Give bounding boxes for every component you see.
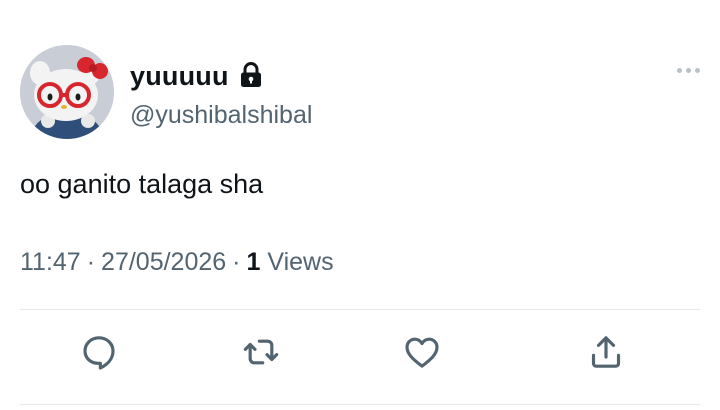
heart-icon [405, 337, 439, 368]
divider [20, 309, 700, 310]
tweet-meta: 11:47 · 27/05/2026 · 1 Views [20, 248, 334, 277]
avatar[interactable] [20, 45, 114, 139]
tweet-text: oo ganito talaga sha [20, 169, 264, 199]
like-button[interactable] [400, 330, 444, 374]
more-options-button[interactable] [677, 68, 700, 73]
tweet-time[interactable]: 11:47 [20, 248, 81, 276]
more-dot-icon [677, 68, 682, 73]
tweet-card: yuuuuu @yushibalshibal oo ganito talaga … [0, 0, 720, 410]
meta-separator: · [86, 248, 96, 276]
lock-icon [239, 62, 263, 88]
meta-separator: · [232, 248, 241, 276]
action-bar [0, 330, 720, 386]
hello-kitty-avatar [20, 45, 114, 139]
views-label[interactable]: Views [267, 248, 333, 276]
retweet-icon [243, 339, 279, 365]
author-name-row: yuuuuu [130, 58, 263, 94]
reply-button[interactable] [77, 330, 121, 374]
more-dot-icon [695, 68, 700, 73]
share-icon [591, 336, 621, 368]
reply-icon [83, 336, 115, 370]
divider [20, 404, 700, 405]
share-button[interactable] [584, 330, 628, 374]
display-name[interactable]: yuuuuu [130, 61, 229, 92]
author-handle[interactable]: @yushibalshibal [130, 101, 312, 130]
retweet-button[interactable] [239, 330, 283, 374]
more-dot-icon [686, 68, 691, 73]
views-count[interactable]: 1 [247, 248, 261, 276]
tweet-date[interactable]: 27/05/2026 [101, 248, 226, 276]
